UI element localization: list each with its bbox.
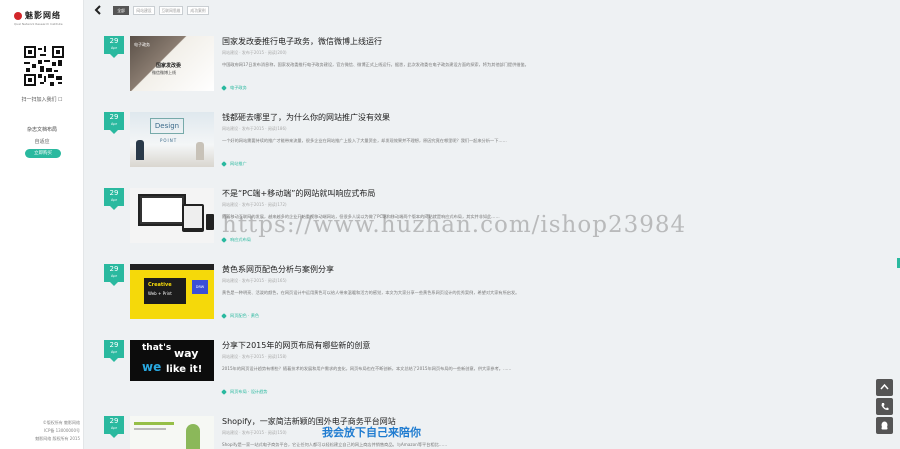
thumb-header-bar: [130, 264, 214, 270]
sidebar-line-2: 自适应: [34, 139, 50, 145]
sidebar-line-1: 杂志文档布局: [26, 127, 57, 133]
person-figure: [186, 424, 200, 449]
sidebar-footer-line: ©版权所有 魅影网络: [42, 420, 80, 425]
brand-logo[interactable]: 魅影网络 Qual Network Research Institute: [14, 10, 74, 28]
person-figure: [196, 142, 204, 160]
date-badge: 29 Apr: [104, 188, 124, 210]
post-excerpt: Shopify是一家一站式电子商务平台，它让任何人都可以轻松建立自己的网上商店并…: [222, 442, 448, 447]
chevron-left-icon[interactable]: [92, 4, 104, 16]
brand-name: 魅影网络: [25, 11, 61, 20]
thumb-text: 国家发改委: [156, 63, 182, 69]
thumb-text: way: [174, 347, 199, 360]
post-thumbnail[interactable]: that's way we like it!: [130, 340, 214, 381]
post-item: 29 Apr Design POINT 钱都砸去哪里了，为什么你的网站推广没有效果…: [100, 112, 880, 186]
tag-icon: [221, 161, 227, 167]
promo-text: 我会放下自己来陪你: [322, 426, 421, 439]
date-badge: 29 Apr: [104, 264, 124, 286]
tab-cases[interactable]: 成功案例: [187, 6, 209, 15]
date-badge: 29 Apr: [104, 416, 124, 438]
sidebar-buy-button[interactable]: 立即购买: [25, 149, 61, 158]
thumb-header-bar: [134, 422, 174, 425]
thumb-text: Creative: [148, 282, 172, 288]
tab-all[interactable]: 全部: [113, 6, 129, 15]
date-badge: 29 Apr: [104, 112, 124, 134]
tag-icon: [221, 389, 227, 395]
thumb-text: we: [142, 360, 162, 374]
left-sidebar: 魅影网络 Qual Network Research Institute 扫一扫…: [0, 0, 84, 449]
post-tags[interactable]: 网页配色 · 黄色: [221, 313, 259, 319]
thumb-text: POINT: [160, 138, 178, 143]
post-excerpt: 中国政府网17日发布消息称，国家发改委推行电子政务建设，官方微信、微博正式上线运…: [222, 62, 529, 67]
monitor-illustration: [138, 194, 186, 226]
post-excerpt: 2015年的网页设计趋势有哪些？随着技术的发展和用户需求的变化，网页布局也在不断…: [222, 366, 512, 371]
tag-icon: [221, 237, 227, 243]
thumb-text: Web + Print: [148, 291, 172, 296]
date-badge: 29 Apr: [104, 36, 124, 58]
thumb-text: 微信微博上线: [152, 70, 176, 75]
arrow-up-icon[interactable]: [876, 379, 893, 396]
thumb-text: that's: [142, 343, 172, 353]
brand-tagline: Qual Network Research Institute: [14, 22, 63, 26]
tab-internet[interactable]: 互联网思维: [159, 6, 183, 15]
post-meta: 网站建设 · 发布于2015 · 阅读(165): [222, 278, 287, 283]
post-title[interactable]: 不是“PC端+移动端”的网站就叫响应式布局: [222, 188, 375, 199]
thumb-text: DRW: [192, 280, 208, 294]
tab-website[interactable]: 网站建设: [133, 6, 155, 15]
phone-illustration: [206, 214, 214, 230]
post-item: 29 Apr that's way we like it! 分享下2015年的网页…: [100, 340, 880, 414]
post-title[interactable]: 分享下2015年的网页布局有哪些新的创意: [222, 340, 370, 351]
tag-icon: [221, 85, 227, 91]
post-thumbnail[interactable]: [130, 188, 214, 243]
post-excerpt: 一个好的网站需要持续的推广才能带来流量，很多企业在网站推广上投入了大量资金，却发…: [222, 138, 507, 143]
post-thumbnail[interactable]: 国家发改委 微信微博上线 电子政务: [130, 36, 214, 91]
tablet-illustration: [182, 204, 204, 232]
thumb-text: like it!: [166, 364, 203, 375]
qq-icon[interactable]: [876, 417, 893, 434]
post-meta: 网站建设 · 发布于2015 · 阅读(172): [222, 202, 287, 207]
post-thumbnail[interactable]: Design POINT: [130, 112, 214, 167]
post-title[interactable]: 黄色系网页配色分析与案例分享: [222, 264, 334, 275]
qr-caption: 扫一扫加入我们 ☐: [21, 97, 63, 103]
post-thumbnail[interactable]: [130, 416, 214, 449]
post-meta: 网站建设 · 发布于2015 · 阅读(200): [222, 50, 287, 55]
post-item: 29 Apr Shopify，一家简洁新颖的国外电子商务平台网站 网站建设 · 发…: [100, 416, 880, 449]
post-title[interactable]: 钱都砸去哪里了，为什么你的网站推广没有效果: [222, 112, 390, 123]
phone-icon[interactable]: [876, 398, 893, 415]
post-tags[interactable]: 网页布局 · 设计趋势: [221, 389, 268, 395]
thumb-line: [134, 428, 166, 430]
sidebar-footer-line: ICP备 13000000号: [43, 428, 80, 433]
post-thumbnail[interactable]: Creative Web + Print DRW: [130, 264, 214, 319]
post-tags[interactable]: 电子政务: [221, 85, 247, 91]
post-meta: 网站建设 · 发布于2015 · 阅读(150): [222, 430, 287, 435]
date-badge: 29 Apr: [104, 340, 124, 362]
thumb-text: Design: [150, 118, 184, 134]
sidebar-footer-line: 魅影网络 版权所有 2015: [35, 436, 80, 441]
watermark: https://www.huzhan.com/ishop23984: [222, 212, 687, 238]
post-title[interactable]: 国家发改委推行电子政务，微信微博上线运行: [222, 36, 382, 47]
tag-icon: [221, 313, 227, 319]
logo-mark-icon: [14, 12, 22, 20]
post-tags[interactable]: 网站推广: [221, 161, 247, 167]
qr-code-icon: [24, 46, 64, 86]
post-item: 29 Apr Creative Web + Print DRW 黄色系网页配色分析…: [100, 264, 880, 338]
post-excerpt: 黄色是一种明亮、活泼的颜色，在网页设计中运用黄色可以给人带来温暖和活力的感觉，本…: [222, 290, 520, 295]
post-meta: 网站建设 · 发布于2015 · 阅读(186): [222, 126, 287, 131]
post-meta: 网站建设 · 发布于2015 · 阅读(158): [222, 354, 287, 359]
person-figure: [136, 140, 144, 160]
thumb-text: 电子政务: [134, 42, 150, 47]
post-item: 29 Apr 国家发改委 微信微博上线 电子政务 国家发改委推行电子政务，微信微博…: [100, 36, 880, 110]
